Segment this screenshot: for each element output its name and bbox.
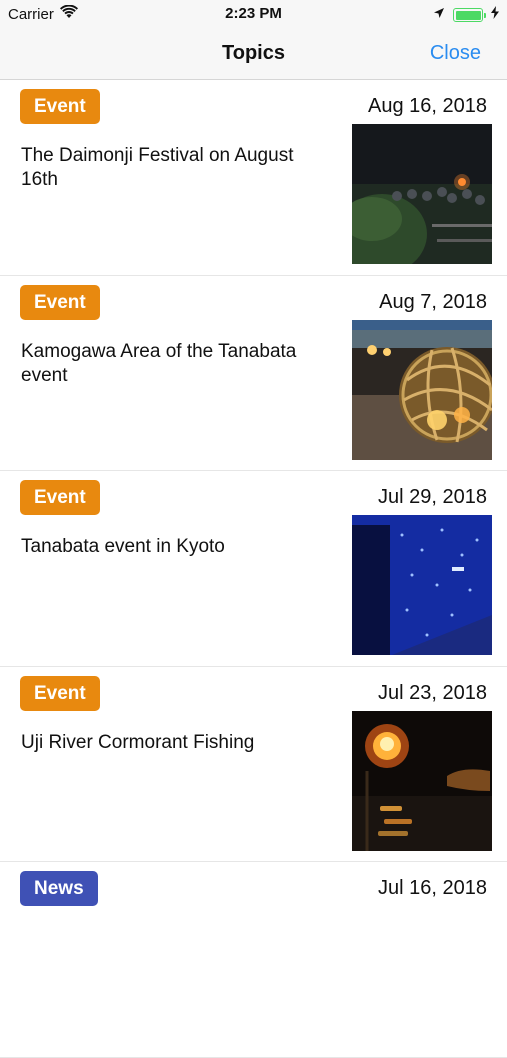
status-right [433,6,499,24]
category-badge: Event [20,480,100,515]
item-date: Jul 16, 2018 [378,877,487,899]
list-item[interactable]: Event Jul 23, 2018 Uji River Cormorant F… [0,667,507,862]
item-title: Kamogawa Area of the Tanabata event [21,340,297,386]
thumbnail-image [352,710,492,851]
category-badge: Event [20,89,100,124]
list-item[interactable]: News Jul 16, 2018 [0,862,507,1058]
charging-bolt-icon [491,6,499,24]
battery-icon [453,8,486,22]
location-arrow-icon [433,6,445,24]
list-item[interactable]: Event Jul 29, 2018 Tanabata event in Kyo… [0,471,507,667]
list-item[interactable]: Event Aug 7, 2018 Kamogawa Area of the T… [0,276,507,471]
status-bar: Carrier 2:23 PM [0,0,507,28]
list-item[interactable]: Event Aug 16, 2018 The Daimonji Festival… [0,80,507,276]
item-date: Aug 7, 2018 [379,290,487,313]
item-date: Jul 29, 2018 [378,486,487,508]
category-badge: Event [20,284,100,320]
item-title: The Daimonji Festival on August 16th [21,145,294,190]
status-time: 2:23 PM [225,5,282,22]
thumbnail-image [352,319,492,460]
close-button[interactable]: Close [430,42,481,65]
navigation-bar: Topics Close [0,28,507,80]
battery-cap [484,13,486,18]
item-title: Tanabata event in Kyoto [21,536,225,557]
item-date: Jul 23, 2018 [378,681,487,704]
thumbnail-image [352,515,492,655]
item-title: Uji River Cormorant Fishing [21,731,255,753]
item-date: Aug 16, 2018 [368,95,487,117]
topics-list[interactable]: Event Aug 16, 2018 The Daimonji Festival… [0,80,507,1058]
thumbnail-image [352,124,492,264]
category-badge: News [20,871,98,906]
category-badge: Event [20,675,100,711]
battery-fill [455,10,481,20]
